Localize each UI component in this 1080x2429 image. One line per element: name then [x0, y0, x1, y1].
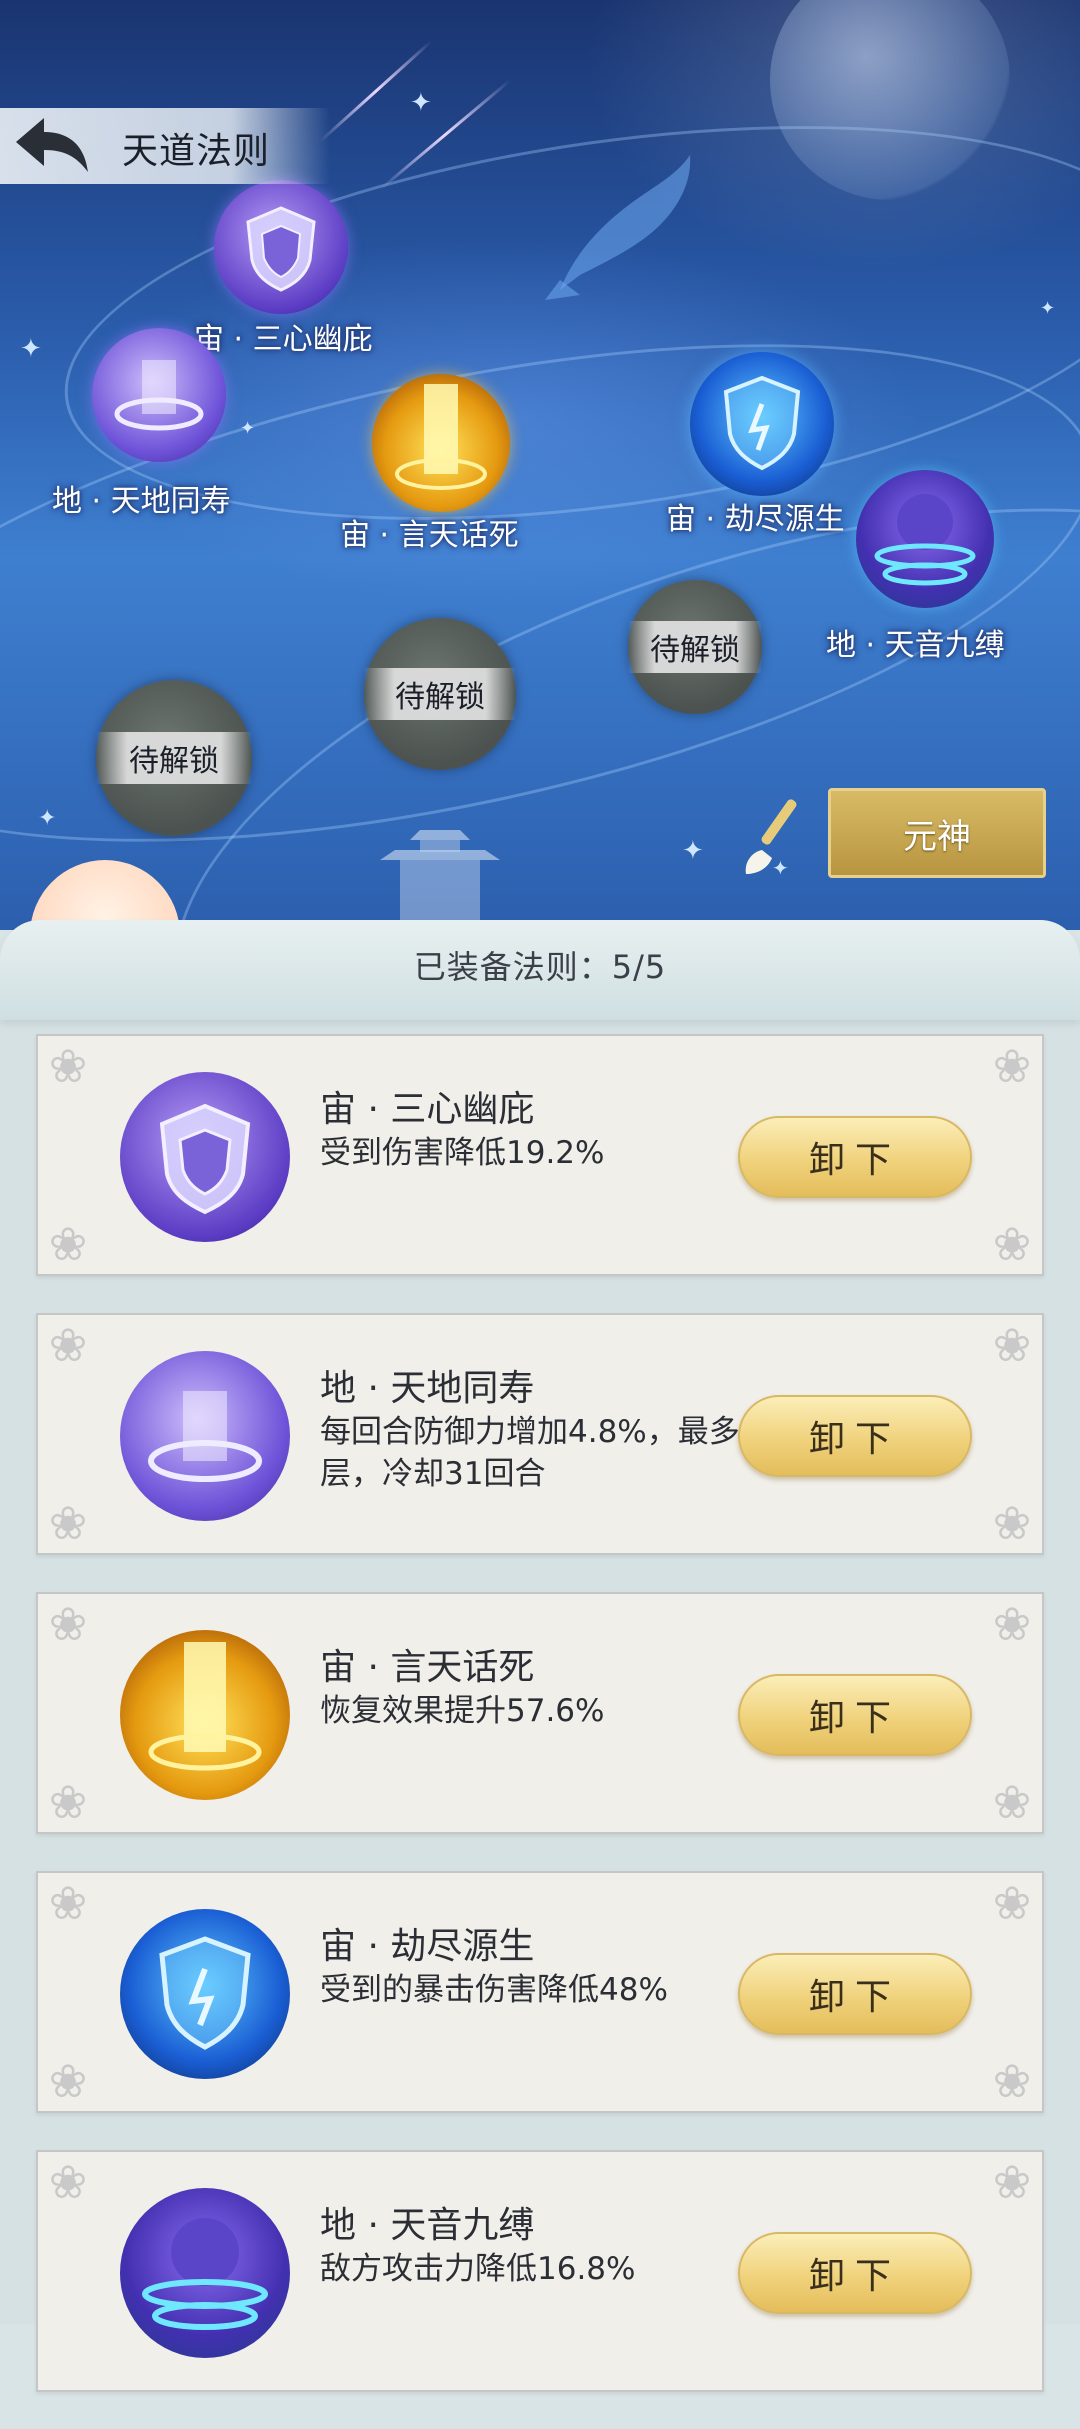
cloud-corner-icon: ❀ — [48, 2054, 88, 2108]
unload-button[interactable]: 卸下 — [738, 1674, 972, 1756]
unload-button[interactable]: 卸下 — [738, 1395, 972, 1477]
purple-vortex-icon — [148, 1391, 262, 1482]
skill-desc: 受到伤害降低19.2% — [320, 1135, 605, 1171]
cloud-corner-icon: ❀ — [992, 1597, 1032, 1651]
list-item: ❀ ❀ ❀ ❀ 宙 · 劫尽源生 受到的暴击伤害降低48% 卸下 — [36, 1871, 1044, 2113]
yuanshen-button[interactable]: 元神 — [828, 788, 1046, 878]
whale-decoration — [545, 155, 691, 300]
cloud-corner-icon: ❀ — [992, 1318, 1032, 1372]
star-icon: ✦ — [410, 88, 432, 118]
blue-shield-icon — [723, 375, 801, 471]
locked-node[interactable]: 待解锁 — [96, 680, 252, 836]
node-label: 地 · 天音九缚 — [826, 628, 1005, 663]
blue-spirit-icon — [142, 2218, 268, 2330]
page-title: 天道法则 — [122, 131, 271, 172]
locked-node[interactable]: 待解锁 — [364, 618, 516, 770]
skill-desc: 每回合防御力增加4.8%，最多8层，冷却31回合 — [320, 1414, 760, 1492]
list-item: ❀ ❀ ❀ ❀ 宙 · 三心幽庇 受到伤害降低19.2% 卸下 — [36, 1034, 1044, 1276]
node-jiejin[interactable] — [690, 352, 834, 496]
node-label: 地 · 天地同寿 — [52, 484, 231, 519]
cloud-corner-icon: ❀ — [48, 1318, 88, 1372]
shield-crest-icon — [159, 1103, 251, 1215]
cloud-corner-icon: ❀ — [992, 1775, 1032, 1829]
cloud-corner-icon: ❀ — [992, 1039, 1032, 1093]
skill-icon — [120, 1072, 290, 1242]
cloud-corner-icon: ❀ — [992, 1496, 1032, 1550]
list-item: ❀ ❀ ❀ ❀ 宙 · 言天话死 恢复效果提升57.6% 卸下 — [36, 1592, 1044, 1834]
golden-light-icon — [395, 384, 487, 490]
star-icon: ✦ — [38, 806, 57, 831]
node-yantian[interactable] — [372, 374, 510, 512]
brush-icon[interactable] — [738, 796, 808, 876]
cloud-corner-icon: ❀ — [48, 1775, 88, 1829]
skill-name: 宙 · 劫尽源生 — [320, 1926, 535, 1967]
locked-label: 待解锁 — [96, 732, 252, 784]
skill-desc: 恢复效果提升57.6% — [320, 1693, 605, 1729]
star-icon: ✦ — [1040, 298, 1056, 319]
cloud-corner-icon: ❀ — [48, 1876, 88, 1930]
shield-crest-icon — [246, 206, 316, 292]
cloud-corner-icon: ❀ — [48, 1597, 88, 1651]
golden-light-icon — [148, 1642, 262, 1771]
cloud-corner-icon: ❀ — [992, 2155, 1032, 2209]
skill-desc: 敌方攻击力降低16.8% — [320, 2251, 636, 2287]
skill-icon — [120, 1909, 290, 2079]
unload-button[interactable]: 卸下 — [738, 2232, 972, 2314]
cloud-corner-icon: ❀ — [992, 1876, 1032, 1930]
cloud-corner-icon: ❀ — [48, 2155, 88, 2209]
equipped-count: 已装备法则：5/5 — [413, 948, 667, 986]
node-label: 宙 · 劫尽源生 — [666, 502, 845, 537]
blue-shield-icon — [159, 1936, 251, 2050]
cloud-corner-icon: ❀ — [48, 1217, 88, 1271]
locked-label: 待解锁 — [628, 621, 762, 673]
node-label: 宙 · 言天话死 — [340, 518, 519, 553]
cloud-corner-icon: ❀ — [48, 1039, 88, 1093]
skill-name: 宙 · 言天话死 — [320, 1647, 535, 1688]
skill-desc: 受到的暴击伤害降低48% — [320, 1972, 668, 2008]
skill-icon — [120, 1351, 290, 1521]
node-tianyin[interactable] — [856, 470, 994, 608]
locked-node[interactable]: 待解锁 — [628, 580, 762, 714]
skill-icon — [120, 1630, 290, 1800]
locked-label: 待解锁 — [364, 668, 516, 720]
back-button[interactable] — [10, 112, 92, 180]
list-item: ❀ ❀ ❀ ❀ 地 · 天地同寿 每回合防御力增加4.8%，最多8层，冷却31回… — [36, 1313, 1044, 1555]
blue-spirit-icon — [874, 494, 976, 586]
purple-vortex-icon — [114, 360, 204, 431]
list-item: ❀ ❀ 地 · 天音九缚 敌方攻击力降低16.8% 卸下 — [36, 2150, 1044, 2392]
node-sanxin[interactable] — [214, 180, 348, 314]
pagoda-decoration — [380, 830, 500, 930]
star-icon: ✦ — [682, 836, 704, 866]
unload-button[interactable]: 卸下 — [738, 1953, 972, 2035]
skill-icon — [120, 2188, 290, 2358]
skill-name: 宙 · 三心幽庇 — [320, 1089, 535, 1130]
unload-button[interactable]: 卸下 — [738, 1116, 972, 1198]
cloud-corner-icon: ❀ — [992, 1217, 1032, 1271]
equipped-list: ❀ ❀ ❀ ❀ 宙 · 三心幽庇 受到伤害降低19.2% 卸下 ❀ ❀ ❀ ❀ … — [36, 1034, 1044, 2429]
star-icon: ✦ — [240, 418, 256, 439]
skill-name: 地 · 天地同寿 — [320, 1368, 535, 1409]
cloud-corner-icon: ❀ — [992, 2054, 1032, 2108]
star-icon: ✦ — [20, 334, 42, 364]
cloud-corner-icon: ❀ — [48, 1496, 88, 1550]
skill-name: 地 · 天音九缚 — [320, 2205, 535, 2246]
node-tiandi[interactable] — [92, 328, 226, 462]
back-arrow-icon — [16, 118, 88, 172]
